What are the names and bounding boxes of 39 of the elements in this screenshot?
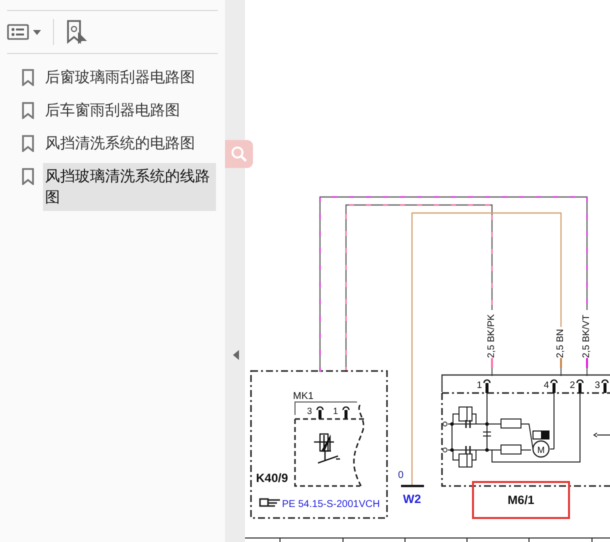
collapse-arrow-icon[interactable] bbox=[233, 350, 239, 360]
component-label: M6/1 bbox=[508, 493, 534, 507]
bookmark-item[interactable]: 后窗玻璃雨刮器电路图 bbox=[43, 64, 216, 91]
pin-number: 4 bbox=[544, 380, 549, 391]
wire-stub bbox=[560, 358, 562, 376]
motor-circuit-drawing: M bbox=[442, 392, 610, 468]
pin-number: 0 bbox=[398, 470, 404, 481]
bookmark-icon bbox=[22, 102, 34, 119]
ground-label: W2 bbox=[403, 492, 421, 506]
bookmark-icon bbox=[22, 168, 34, 185]
connector-pin-icon bbox=[483, 379, 491, 393]
pin-number: 1 bbox=[476, 380, 482, 391]
pin-number: 2 bbox=[570, 380, 575, 391]
search-icon bbox=[230, 144, 248, 163]
caret-icon[interactable] bbox=[33, 30, 41, 34]
wire-label: 2,5 BN bbox=[555, 328, 566, 358]
wire-stub bbox=[491, 358, 493, 376]
bookmark-item[interactable]: 风挡玻璃清洗系统的线路图 bbox=[43, 163, 216, 211]
connector-pin-icon bbox=[342, 406, 350, 419]
pin-number: 3 bbox=[307, 406, 312, 416]
list-options-icon[interactable] bbox=[7, 24, 29, 40]
wire-label: 2,5 BK/VT bbox=[581, 314, 592, 358]
connector-label: MK1 bbox=[293, 391, 314, 402]
bookmark-icon bbox=[22, 69, 34, 86]
component-label: K40/9 bbox=[256, 471, 288, 485]
wire-label: 2,5 BK/PK bbox=[486, 314, 497, 358]
ground-bar bbox=[401, 484, 424, 488]
pin-number: 1 bbox=[333, 406, 338, 416]
connector-pin-icon bbox=[550, 379, 558, 393]
connector-pin-icon bbox=[601, 379, 609, 393]
pin-number: 3 bbox=[594, 380, 600, 391]
bookmark-cursor-icon[interactable] bbox=[66, 20, 88, 44]
connector-pin-icon bbox=[576, 379, 584, 393]
bookmark-item[interactable]: 风挡清洗系统的电路图 bbox=[43, 130, 216, 157]
bookmark-item[interactable]: 后车窗雨刮器电路图 bbox=[43, 97, 216, 124]
connector-pin-icon bbox=[316, 406, 324, 419]
pointing-hand-icon bbox=[259, 498, 281, 507]
wire-stub bbox=[586, 358, 588, 376]
bookmark-icon bbox=[22, 135, 34, 152]
